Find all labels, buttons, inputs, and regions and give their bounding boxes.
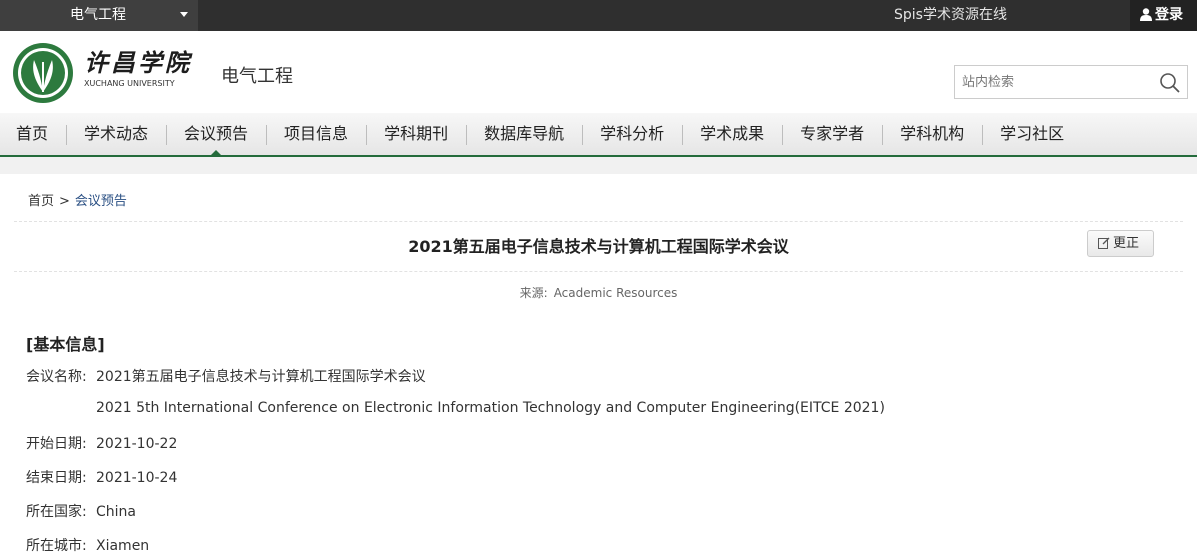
info-row: 会议名称: 2021第五届电子信息技术与计算机工程国际学术会议 — [26, 366, 426, 386]
info-value: 2021-10-24 — [96, 470, 178, 486]
source-value: Academic Resources — [553, 286, 678, 300]
correct-button[interactable]: 更正 — [1087, 230, 1154, 257]
info-key: 所在城市: — [26, 538, 87, 554]
section-title: [基本信息] — [26, 335, 105, 354]
breadcrumb-current[interactable]: 会议预告 — [75, 194, 127, 209]
nav-item[interactable]: 学术动态 — [66, 113, 166, 155]
info-row: 开始日期: 2021-10-22 — [26, 433, 177, 453]
divider — [14, 221, 1183, 222]
top-bar: 电气工程 Spis学术资源在线 登录 — [0, 0, 1197, 31]
article-title: 2021第五届电子信息技术与计算机工程国际学术会议 — [408, 237, 789, 256]
login-button[interactable]: 登录 — [1130, 0, 1197, 31]
info-row: 所在国家: China — [26, 501, 136, 521]
site-header: 许昌学院 XUCHANG UNIVERSITY 电气工程 — [0, 31, 1197, 113]
info-row: 所在城市: Xiamen — [26, 535, 149, 555]
nav-item[interactable]: 专家学者 — [782, 113, 882, 155]
nav-item[interactable]: 首页 — [0, 113, 66, 155]
info-value: 2021 5th International Conference on Ele… — [96, 400, 885, 416]
site-name: 电气工程 — [221, 66, 293, 87]
source-label: 来源: — [519, 286, 548, 300]
login-label: 登录 — [1155, 7, 1183, 23]
breadcrumb: 首页 > 会议预告 — [28, 190, 127, 209]
logo-text: 许昌学院 XUCHANG UNIVERSITY — [84, 49, 192, 89]
nav-item[interactable]: 会议预告 — [166, 113, 266, 155]
info-row: 结束日期: 2021-10-24 — [26, 467, 177, 487]
info-key: 会议名称: — [26, 369, 87, 385]
nav-item[interactable]: 项目信息 — [266, 113, 366, 155]
user-icon — [1140, 8, 1152, 21]
site-slogan: Spis学术资源在线 — [894, 7, 1007, 23]
nav-list: 首页 学术动态 会议预告 项目信息 学科期刊 数据库导航 学科分析 学术成果 专家学者 学科机构学… — [0, 113, 1197, 155]
logo-chinese-name: 许昌学院 — [84, 48, 192, 77]
info-row: 2021 5th International Conference on Ele… — [26, 400, 885, 416]
edit-icon — [1098, 237, 1110, 249]
breadcrumb-separator: > — [59, 194, 70, 209]
info-value: China — [96, 504, 136, 520]
main-nav: 首页 学术动态 会议预告 项目信息 学科期刊 数据库导航 学科分析 学术成果 专家学者 学科机构学… — [0, 113, 1197, 157]
info-value: 2021第五届电子信息技术与计算机工程国际学术会议 — [96, 369, 426, 385]
breadcrumb-home[interactable]: 首页 — [28, 194, 54, 209]
search-icon[interactable] — [1159, 72, 1181, 94]
divider — [14, 271, 1183, 272]
logo-english-name: XUCHANG UNIVERSITY — [84, 79, 175, 88]
site-selector[interactable]: 电气工程 — [0, 0, 198, 31]
nav-item[interactable]: 学术成果 — [682, 113, 782, 155]
info-key: 结束日期: — [26, 470, 87, 486]
correct-button-label: 更正 — [1113, 236, 1140, 251]
info-key: 所在国家: — [26, 504, 87, 520]
search-input[interactable] — [955, 66, 1145, 98]
caret-down-icon — [180, 12, 188, 17]
university-emblem-icon — [13, 43, 73, 103]
info-key: 开始日期: — [26, 436, 87, 452]
nav-item[interactable]: 学科机构 — [882, 113, 982, 155]
site-search — [954, 65, 1188, 99]
article-source: 来源: Academic Resources — [14, 284, 1183, 301]
header-spacer — [0, 157, 1197, 174]
nav-item[interactable]: 数据库导航 — [466, 113, 582, 155]
site-selector-label: 电气工程 — [70, 7, 126, 23]
nav-item[interactable]: 学科分析 — [582, 113, 682, 155]
info-value: 2021-10-22 — [96, 436, 178, 452]
university-logo[interactable] — [12, 42, 74, 108]
nav-item[interactable]: 学习社区 — [982, 113, 1082, 155]
nav-item[interactable]: 学科期刊 — [366, 113, 466, 155]
